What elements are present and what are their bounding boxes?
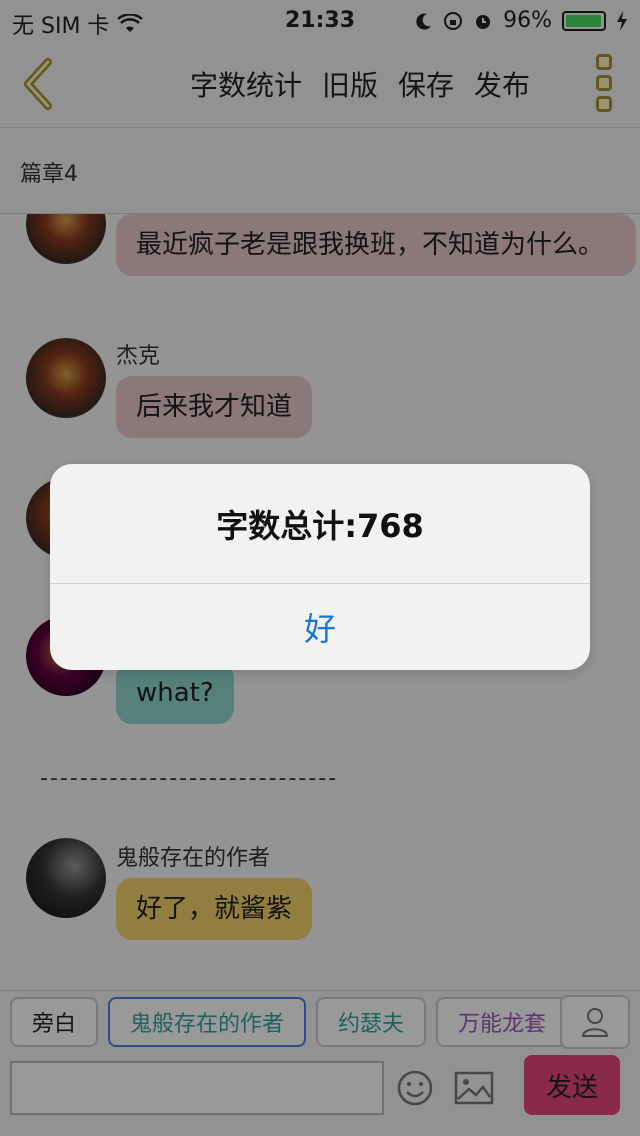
alert-message: 字数总计:768	[50, 464, 590, 584]
word-count-alert: 字数总计:768 好	[50, 464, 590, 670]
alert-ok-button[interactable]: 好	[50, 584, 590, 670]
